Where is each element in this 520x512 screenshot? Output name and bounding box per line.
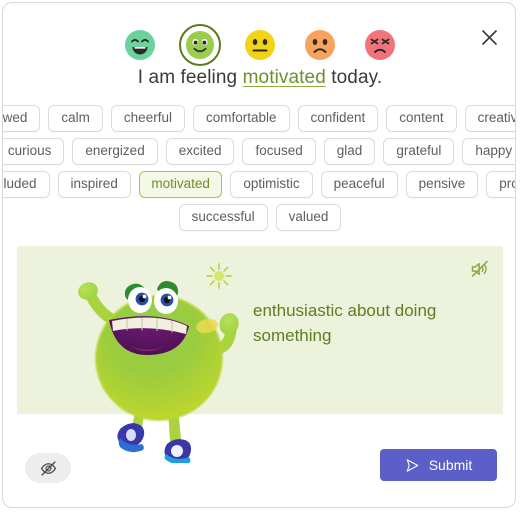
- tag-energized[interactable]: energized: [72, 138, 158, 165]
- monster-character-illustration: [78, 263, 239, 463]
- tag-excited[interactable]: excited: [165, 138, 235, 165]
- mood-option-neutral[interactable]: [239, 24, 281, 66]
- definition-text: enthusiastic about doing something: [253, 301, 437, 345]
- tag-row: curious energized excited focused glad g…: [3, 138, 515, 165]
- mood-option-happy[interactable]: [179, 24, 221, 66]
- tag-grateful[interactable]: grateful: [383, 138, 455, 165]
- hide-button[interactable]: [25, 453, 71, 483]
- tag-row: awed calm cheerful comfortable confident…: [3, 105, 515, 132]
- submit-button[interactable]: Submit: [380, 449, 497, 481]
- submit-button-label: Submit: [428, 457, 473, 473]
- tag-proud[interactable]: proud: [486, 171, 515, 198]
- tag-focused[interactable]: focused: [242, 138, 316, 165]
- tag-glad[interactable]: glad: [323, 138, 376, 165]
- tag-content[interactable]: content: [386, 105, 457, 132]
- tag-awed[interactable]: awed: [3, 105, 41, 132]
- tag-peaceful[interactable]: peaceful: [320, 171, 398, 198]
- tag-calm[interactable]: calm: [48, 105, 103, 132]
- tag-row: successful valued: [17, 204, 503, 231]
- emoji-distress-icon: [365, 30, 395, 60]
- tag-inspired[interactable]: inspired: [57, 171, 131, 198]
- prompt-after: today.: [325, 67, 383, 88]
- prompt-selected-word: motivated: [242, 67, 326, 88]
- tag-valued[interactable]: valued: [275, 204, 342, 231]
- mood-option-very-happy[interactable]: [119, 24, 161, 66]
- mood-option-sad[interactable]: [299, 24, 341, 66]
- mute-audio-button[interactable]: [467, 256, 493, 282]
- tag-creative[interactable]: creative: [464, 105, 515, 132]
- send-icon: [406, 458, 419, 472]
- emoji-neutral-icon: [245, 30, 275, 60]
- tag-confident[interactable]: confident: [297, 105, 379, 132]
- mood-scale: [3, 23, 515, 67]
- feeling-tag-cloud: awed calm cheerful comfortable confident…: [3, 105, 515, 237]
- prompt-before: I am feeling: [137, 67, 243, 88]
- emoji-grin-icon: [125, 30, 155, 60]
- prompt-sentence: I am feeling motivated today.: [3, 67, 515, 89]
- tag-happy[interactable]: happy: [462, 138, 515, 165]
- tag-pensive[interactable]: pensive: [405, 171, 479, 198]
- speaker-mute-icon: [471, 260, 488, 277]
- emoji-smile-icon: [185, 30, 215, 60]
- mood-picker-dialog: I am feeling motivated today. awed calm …: [2, 2, 516, 508]
- tag-successful[interactable]: successful: [178, 204, 268, 231]
- dialog-footer: Submit: [3, 443, 515, 507]
- tag-curious[interactable]: curious: [3, 138, 65, 165]
- eye-off-icon: [40, 460, 56, 476]
- emoji-frown-icon: [305, 30, 335, 60]
- tag-included[interactable]: included: [3, 171, 50, 198]
- mood-option-very-sad[interactable]: [359, 24, 401, 66]
- tag-cheerful[interactable]: cheerful: [110, 105, 185, 132]
- tag-comfortable[interactable]: comfortable: [192, 105, 290, 132]
- tag-row: included inspired motivated optimistic p…: [3, 171, 515, 198]
- sparkle-icon: [206, 263, 232, 289]
- definition-card: enthusiastic about doing something: [17, 246, 503, 463]
- tag-motivated[interactable]: motivated: [138, 171, 223, 198]
- tag-optimistic[interactable]: optimistic: [230, 171, 313, 198]
